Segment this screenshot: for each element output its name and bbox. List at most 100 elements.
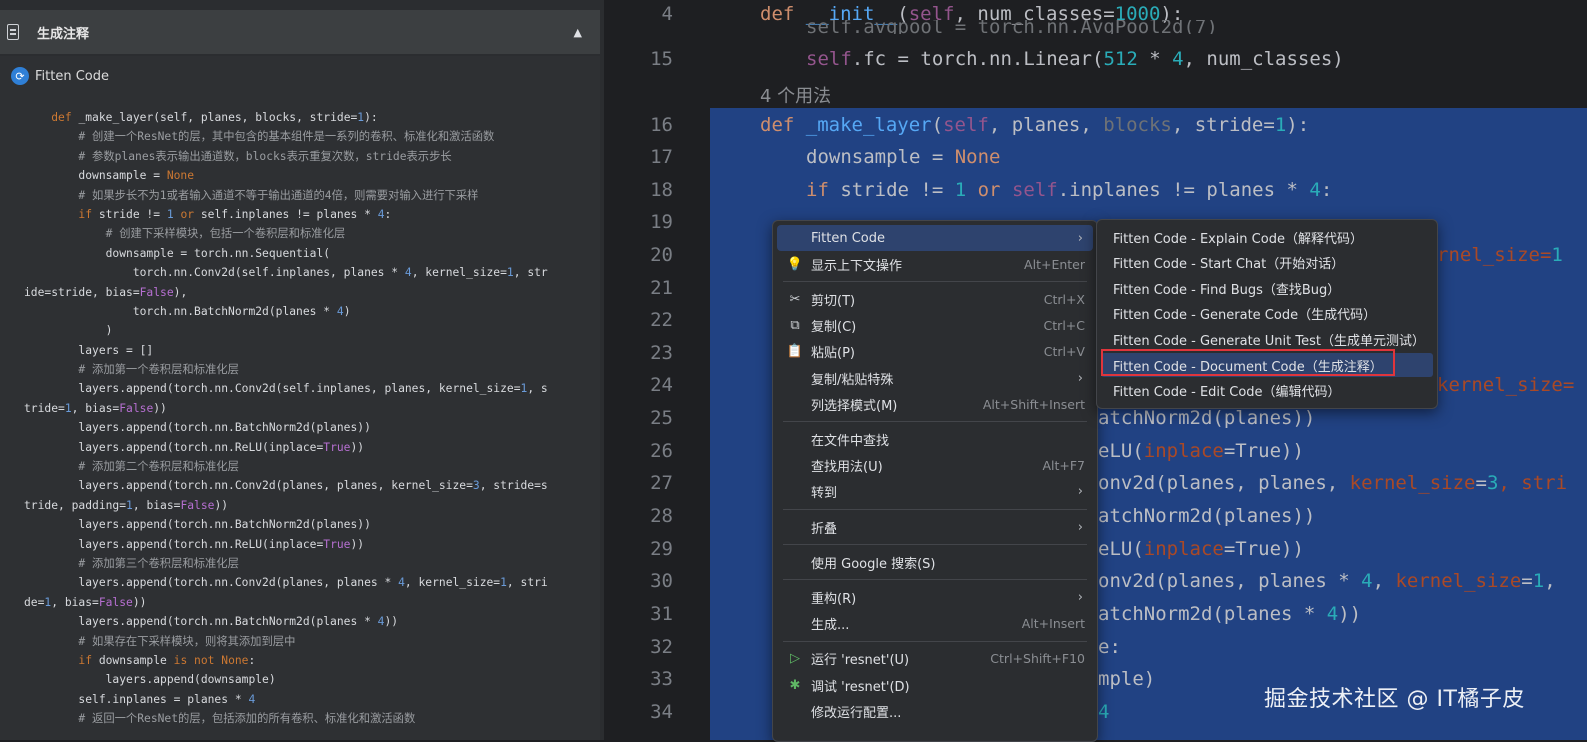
menu-item-label: 列选择模式(M) [811, 398, 898, 414]
line-number: 26 [650, 440, 673, 462]
context-menu-item[interactable]: ⧉ 复制(C) Ctrl+C [777, 313, 1093, 339]
context-menu-item[interactable]: 使用 Google 搜索(S) [777, 549, 1093, 575]
line-number: 20 [650, 244, 673, 266]
generated-code-line: # 返回一个ResNet的层，包括添加的所有卷积、标准化和激活函数 [78, 712, 416, 726]
context-menu-item[interactable]: Fitten Code › [777, 225, 1093, 251]
generated-code-line: ide=stride, bias=False), [24, 285, 188, 299]
context-menu-item[interactable]: 转到 › [777, 479, 1093, 505]
generated-code-line: self.inplanes = planes * 4 [24, 692, 256, 706]
fitten-code-heading: ⟳ Fitten Code [11, 67, 109, 85]
code-line-32: e: [1098, 636, 1121, 658]
code-line-25: atchNorm2d(planes)) [1098, 407, 1316, 429]
paste-icon: 📋 [786, 344, 804, 360]
debug-icon: ✱ [789, 677, 801, 693]
code-line-27: onv2d(planes, planes, kernel_size=3, str… [1098, 472, 1568, 494]
copy-icon: ⧉ [790, 318, 800, 334]
code-line-30: onv2d(planes, planes * 4, kernel_size=1, [1098, 570, 1556, 592]
collapse-caret-icon[interactable]: ▲ [574, 26, 582, 39]
generated-code-line: # 创建一个ResNet的层，其中包含的基本组件是一系列的卷积、标准化和激活函数 [78, 130, 495, 144]
line-number: 4 [661, 3, 673, 25]
code-line-29: eLU(inplace=True)) [1098, 538, 1304, 560]
generated-code-line: layers = [] [24, 343, 154, 357]
line-number: 18 [650, 179, 673, 201]
context-menu-item[interactable]: 💡 显示上下文操作 Alt+Enter [777, 251, 1093, 277]
menu-separator [783, 579, 1087, 581]
menu-item-label: 使用 Google 搜索(S) [811, 556, 936, 572]
context-menu-item[interactable]: 折叠 › [777, 514, 1093, 540]
menu-item-label: 显示上下文操作 [811, 258, 903, 274]
generated-code-line: if stride != 1 or self.inplanes != plane… [78, 207, 392, 221]
fitten-logo-icon: ⟳ [11, 67, 29, 85]
code-line-34: 4 [1098, 701, 1110, 723]
generated-code-line: tride=1, bias=False)) [24, 401, 167, 415]
chevron-right-icon: › [1077, 370, 1083, 386]
menu-item-label: 粘贴(P) [811, 346, 855, 362]
menu-item-label: 折叠 [811, 521, 838, 537]
line-number: 31 [650, 603, 673, 625]
line-number: 24 [650, 374, 673, 396]
panel-title: 生成注释 [37, 26, 90, 42]
bulb-icon: 💡 [786, 256, 804, 272]
menu-separator [783, 421, 1087, 423]
submenu-item[interactable]: Fitten Code - Find Bugs（查找Bug） [1101, 276, 1433, 300]
code-line-24-tail: kernel_size= [1437, 374, 1575, 396]
menu-separator [783, 281, 1087, 283]
generated-code-line: # 如果步长不为1或者输入通道不等于输出通道的4倍，则需要对输入进行下采样 [78, 188, 479, 202]
submenu-item[interactable]: Fitten Code - Document Code（生成注释） [1101, 353, 1433, 377]
line-number: 16 [650, 114, 673, 136]
context-menu-item[interactable]: ✱ 调试 'resnet'(D) [777, 672, 1093, 698]
menu-item-shortcut: Ctrl+V [1043, 344, 1085, 360]
generated-code-line: # 如果存在下采样模块，则将其添加到层中 [78, 634, 296, 648]
submenu-item[interactable]: Fitten Code - Start Chat（开始对话） [1101, 251, 1433, 275]
menu-item-shortcut: Alt+Enter [1024, 256, 1085, 272]
menu-item-label: 生成... [811, 618, 850, 634]
context-menu-item[interactable]: ✂ 剪切(T) Ctrl+X [777, 286, 1093, 312]
fitten-code-label: Fitten Code [35, 68, 109, 84]
menu-item-label: 复制(C) [811, 320, 857, 336]
editor-context-menu: Fitten Code › 💡 显示上下文操作 Alt+Enter ✂ 剪切(T) Ctrl+… [772, 220, 1098, 742]
context-menu-item[interactable]: 📋 粘贴(P) Ctrl+V [777, 339, 1093, 365]
code-line-15: self.fc = torch.nn.Linear(512 * 4, num_c… [806, 48, 1344, 70]
line-number: 17 [650, 146, 673, 168]
code-line-26: eLU(inplace=True)) [1098, 440, 1304, 462]
context-menu-item[interactable]: 重构(R) › [777, 584, 1093, 610]
line-number: 29 [650, 538, 673, 560]
submenu-item[interactable]: Fitten Code - Generate Code（生成代码） [1101, 302, 1433, 326]
code-line-16: def _make_layer(self, planes, blocks, st… [760, 114, 1310, 136]
generated-code-line: layers.append(torch.nn.Conv2d(planes, pl… [24, 479, 548, 493]
submenu-item[interactable]: Fitten Code - Edit Code（编辑代码） [1101, 379, 1433, 403]
menu-item-shortcut: Alt+Shift+Insert [982, 396, 1085, 412]
context-menu-item[interactable]: 修改运行配置... [777, 698, 1093, 724]
generated-code-line: def _make_layer(self, planes, blocks, st… [51, 111, 378, 124]
generated-code-line: # 添加第三个卷积层和标准化层 [78, 556, 239, 570]
context-menu-item[interactable]: 在文件中查找 [777, 426, 1093, 452]
context-menu-item[interactable]: 列选择模式(M) Alt+Shift+Insert [777, 391, 1093, 417]
context-menu-item[interactable]: 生成... Alt+Insert [777, 611, 1093, 637]
menu-separator [783, 640, 1087, 642]
chevron-right-icon: › [1077, 230, 1083, 246]
line-number: 22 [650, 309, 673, 331]
submenu-item[interactable]: Fitten Code - Generate Unit Test（生成单元测试） [1101, 327, 1433, 351]
submenu-item[interactable]: Fitten Code - Explain Code（解释代码） [1101, 225, 1433, 249]
generated-code-line: # 添加第一个卷积层和标准化层 [78, 363, 239, 377]
context-menu-item[interactable]: 复制/粘贴特殊 › [777, 365, 1093, 391]
usages-hint[interactable]: 4 个用法 [760, 82, 831, 108]
generated-code-line: ) [24, 324, 113, 338]
code-line-17: downsample = None [806, 146, 1001, 168]
generated-code-line: if downsample is not None: [78, 653, 256, 667]
line-number: 25 [650, 407, 673, 429]
generated-code-line: layers.append(torch.nn.ReLU(inplace=True… [24, 537, 365, 551]
menu-separator [783, 509, 1087, 510]
context-menu-item[interactable]: ▷ 运行 'resnet'(U) Ctrl+Shift+F10 [777, 646, 1093, 672]
menu-item-shortcut: Ctrl+C [1043, 318, 1085, 334]
menu-item-shortcut: Ctrl+Shift+F10 [990, 651, 1085, 667]
line-number: 21 [650, 277, 673, 299]
line-number: 27 [650, 472, 673, 494]
menu-item-label: 重构(R) [811, 591, 857, 607]
panel-header[interactable]: 生成注释 ▲ [0, 10, 600, 54]
menu-item-label: 修改运行配置... [811, 705, 902, 721]
generated-code-line: layers.append(torch.nn.Conv2d(self.inpla… [24, 382, 548, 396]
menu-item-label: 查找用法(U) [811, 460, 883, 476]
context-menu-item[interactable]: 查找用法(U) Alt+F7 [777, 453, 1093, 479]
watermark: 掘金技术社区 @ IT橘子皮 [1264, 687, 1525, 712]
